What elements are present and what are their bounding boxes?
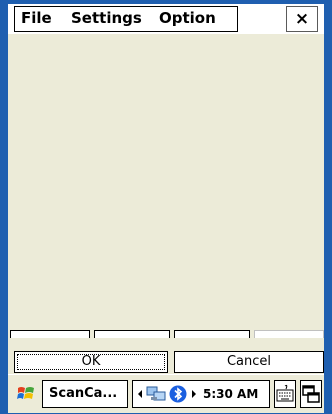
keyboard-icon (276, 384, 294, 402)
dialog-button-bar: OK Cancel (8, 338, 324, 374)
menu-bar: File Settings Option × (8, 4, 324, 34)
scan-result-area: Single Cont Intel Save (8, 34, 324, 362)
windows-switch-icon (302, 385, 320, 403)
menu-file[interactable]: File (21, 9, 52, 27)
system-tray: 5:30 AM (132, 380, 270, 408)
tray-left-arrow-icon[interactable] (137, 385, 143, 403)
network-connection-icon[interactable] (145, 385, 167, 403)
keyboard-input-button[interactable] (274, 380, 296, 408)
windows-start-icon[interactable] (16, 384, 36, 404)
clock[interactable]: 5:30 AM (203, 381, 258, 407)
cancel-button[interactable]: Cancel (174, 351, 324, 373)
menu-settings[interactable]: Settings (71, 9, 142, 27)
task-scancapture-button[interactable]: ScanCa... (42, 380, 128, 408)
ok-button[interactable]: OK (14, 351, 168, 373)
menu-group: File Settings Option (14, 6, 238, 32)
taskbar: ScanCa... 5:30 AM (8, 374, 324, 413)
tray-right-arrow-icon[interactable] (191, 385, 197, 403)
menu-option[interactable]: Option (159, 9, 216, 27)
desktop-switch-button[interactable] (300, 380, 322, 408)
close-button[interactable]: × (286, 6, 318, 32)
bluetooth-icon[interactable] (169, 385, 187, 403)
window-frame: File Settings Option × Single Cont Intel… (0, 0, 332, 414)
